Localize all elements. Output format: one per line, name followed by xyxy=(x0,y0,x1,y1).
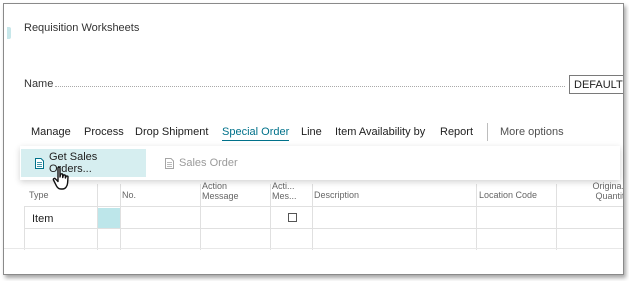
menu-special-order[interactable]: Special Order xyxy=(222,126,290,141)
sales-order-button[interactable]: Sales Order xyxy=(151,149,246,177)
name-input[interactable] xyxy=(569,75,623,94)
document-icon xyxy=(35,157,44,169)
window-frame: Requisition Worksheets Name Manage Proce… xyxy=(3,3,624,275)
col-divider xyxy=(476,184,477,250)
row-type-cell[interactable]: Item xyxy=(32,213,53,225)
page-title: Requisition Worksheets xyxy=(24,22,140,34)
menu-report[interactable]: Report xyxy=(440,126,473,138)
sales-order-label: Sales Order xyxy=(179,157,238,169)
col-action-message-header[interactable]: Action Message xyxy=(202,181,252,201)
selected-cell[interactable] xyxy=(98,208,120,228)
col-original-quantity-header[interactable]: Origina... Quantity xyxy=(589,181,623,201)
menu-more-options[interactable]: More options xyxy=(500,126,564,138)
header-divider xyxy=(24,206,623,207)
col-divider xyxy=(200,184,201,250)
col-description-header[interactable]: Description xyxy=(314,190,359,200)
special-order-action-panel: Get Sales Orders... Sales Order xyxy=(20,146,620,180)
collapse-handle[interactable] xyxy=(7,27,11,39)
col-divider xyxy=(120,184,121,250)
get-sales-orders-button[interactable]: Get Sales Orders... xyxy=(21,149,146,177)
menu-process[interactable]: Process xyxy=(84,126,124,138)
worksheet-grid: Type No. Action Message Acti... Mes... D… xyxy=(24,181,623,250)
menu-divider xyxy=(487,123,488,141)
menu-line[interactable]: Line xyxy=(301,126,322,138)
col-accept-action-message-header[interactable]: Acti... Mes... xyxy=(272,181,302,201)
row-divider xyxy=(24,228,623,229)
action-menubar: Manage Process Drop Shipment Special Ord… xyxy=(24,122,623,146)
menu-drop-shipment[interactable]: Drop Shipment xyxy=(135,126,208,138)
menu-item-availability-by[interactable]: Item Availability by xyxy=(335,126,425,138)
accept-action-message-checkbox[interactable] xyxy=(288,213,297,222)
name-leader-dots xyxy=(55,86,565,87)
name-field-row: Name xyxy=(24,75,623,96)
bottom-divider xyxy=(4,248,623,249)
hand-pointer-icon xyxy=(52,166,74,197)
col-divider xyxy=(312,184,313,250)
grid-left-border xyxy=(24,206,25,250)
menu-manage[interactable]: Manage xyxy=(31,126,71,138)
col-no-header[interactable]: No. xyxy=(122,190,136,200)
col-location-code-header[interactable]: Location Code xyxy=(479,190,537,200)
name-label: Name xyxy=(24,78,54,90)
col-divider xyxy=(556,184,557,250)
col-type-header[interactable]: Type xyxy=(29,190,49,200)
col-divider xyxy=(270,184,271,250)
document-icon xyxy=(165,157,174,169)
